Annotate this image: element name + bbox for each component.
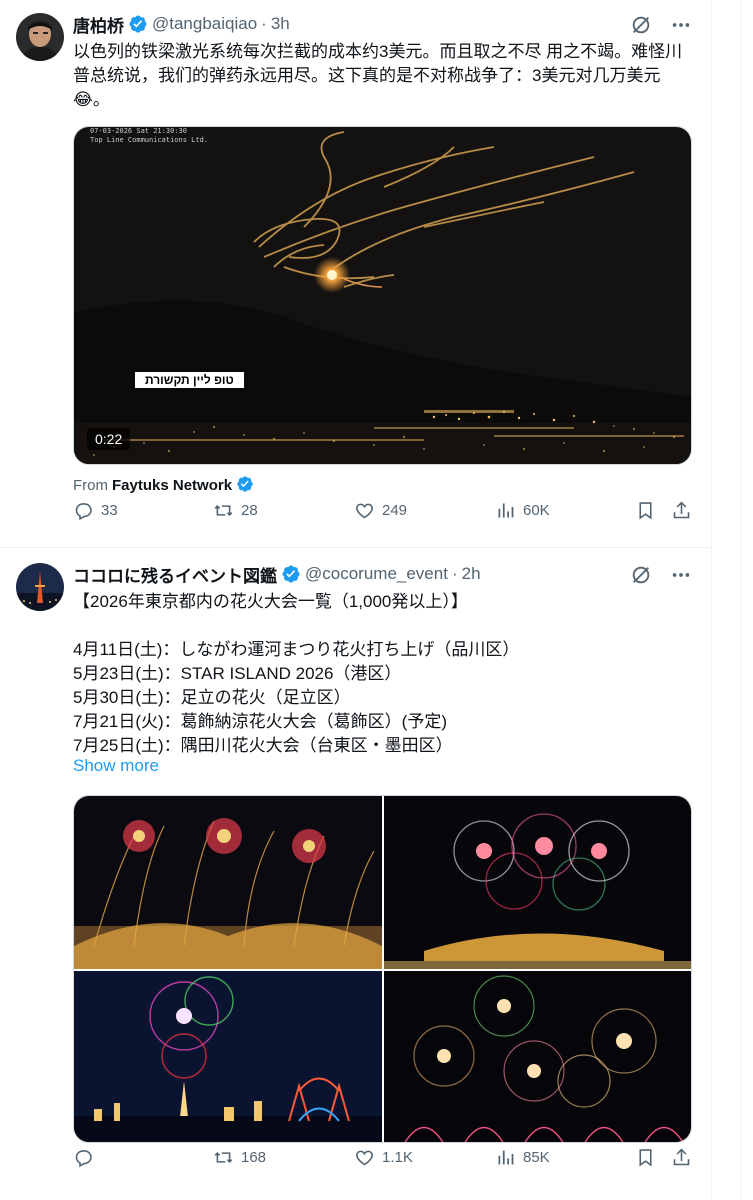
share-icon <box>673 501 690 518</box>
show-more-link[interactable]: Show more <box>73 756 159 776</box>
views-button[interactable]: 60K <box>495 500 550 521</box>
repost-count: 168 <box>241 1148 267 1166</box>
avatar[interactable] <box>16 13 64 61</box>
repost-icon <box>214 504 233 516</box>
like-button[interactable]: 1.1K <box>354 1147 413 1168</box>
bookmark-button[interactable] <box>635 1147 656 1168</box>
share-button[interactable] <box>671 1147 692 1168</box>
source-attribution: From Faytuks Network <box>73 475 260 495</box>
video-stamp-source: Top Line Communications Ltd. <box>90 136 209 144</box>
share-button[interactable] <box>671 500 692 521</box>
bookmark-icon <box>639 1148 652 1166</box>
more-icon[interactable] <box>670 564 692 586</box>
author-handle[interactable]: @tangbaiqiao <box>152 14 257 34</box>
bookmark-button[interactable] <box>635 500 656 521</box>
like-icon <box>356 1150 373 1165</box>
avatar[interactable] <box>16 563 64 611</box>
separator-dot: · <box>261 14 267 33</box>
share-icon <box>673 1148 690 1165</box>
more-icon[interactable] <box>670 14 692 36</box>
tweet-header-actions <box>630 14 692 36</box>
like-count: 249 <box>382 501 408 519</box>
reply-count: 33 <box>101 501 118 519</box>
tweet-text: 【2026年東京都内の花火大会一覧（1,000発以上）】 4月11日(土)：しな… <box>73 592 520 755</box>
video-player[interactable]: 07-03-2026 Sat 21:30:30 Top Line Communi… <box>73 126 692 465</box>
right-panel-edge <box>740 0 753 1200</box>
photo-3[interactable] <box>74 971 382 1142</box>
like-icon <box>356 503 373 518</box>
video-stamp-date: 07-03-2026 Sat 21:30:30 <box>90 127 187 135</box>
author-name[interactable]: 唐柏桥 <box>73 12 124 37</box>
source-name[interactable]: Faytuks Network <box>112 477 232 494</box>
author-handle[interactable]: @cocorume_event <box>305 564 448 584</box>
views-icon <box>498 1150 514 1164</box>
repost-button[interactable]: 168 <box>213 1147 266 1168</box>
like-count: 1.1K <box>382 1148 413 1166</box>
timeline: 唐柏桥 @tangbaiqiao · 3h 以色列的铁梁激光系统每次拦截的成本约… <box>0 0 712 1200</box>
video-caption-tag: טופ ליין תקשורת <box>135 372 244 388</box>
reply-icon <box>75 502 92 520</box>
views-count: 60K <box>523 501 550 519</box>
photo-1[interactable] <box>74 796 382 969</box>
verified-badge-icon <box>236 475 256 495</box>
timestamp[interactable]: 3h <box>271 14 290 34</box>
tweet-header-actions <box>630 564 692 586</box>
grok-icon[interactable] <box>630 14 652 36</box>
reply-button[interactable]: 33 <box>73 500 118 521</box>
photo-grid <box>73 795 692 1143</box>
tweet[interactable]: 唐柏桥 @tangbaiqiao · 3h 以色列的铁梁激光系统每次拦截的成本约… <box>0 0 712 548</box>
repost-count: 28 <box>241 501 258 519</box>
verified-badge-icon <box>281 564 301 584</box>
tweet[interactable]: ココロに残るイベント図鑑 @cocorume_event · 2h 【2026年… <box>0 548 712 1200</box>
views-icon <box>498 503 514 517</box>
tweet-header: ココロに残るイベント図鑑 @cocorume_event · 2h <box>73 562 481 587</box>
video-timestamp-overlay: 07-03-2026 Sat 21:30:30 Top Line Communi… <box>90 127 208 145</box>
reply-icon <box>75 1149 92 1167</box>
author-name[interactable]: ココロに残るイベント図鑑 <box>73 562 277 587</box>
separator-dot: · <box>451 564 458 583</box>
views-button[interactable]: 85K <box>495 1147 550 1168</box>
grok-icon[interactable] <box>630 564 652 586</box>
repost-icon <box>214 1151 233 1163</box>
video-duration: 0:22 <box>87 428 131 450</box>
views-count: 85K <box>523 1148 550 1166</box>
repost-button[interactable]: 28 <box>213 500 258 521</box>
tweet-header: 唐柏桥 @tangbaiqiao · 3h <box>73 12 290 37</box>
reply-button[interactable] <box>73 1147 101 1168</box>
like-button[interactable]: 249 <box>354 500 407 521</box>
photo-4[interactable] <box>384 971 691 1142</box>
bookmark-icon <box>639 501 652 519</box>
tweet-text: 以色列的铁梁激光系统每次拦截的成本约3美元。而且取之不尽 用之不竭。难怪川普总统… <box>73 42 683 109</box>
verified-badge-icon <box>128 14 148 34</box>
video-thumbnail <box>74 127 691 464</box>
from-label: From <box>73 476 108 494</box>
timestamp[interactable]: 2h <box>462 564 481 584</box>
photo-2[interactable] <box>384 796 691 969</box>
